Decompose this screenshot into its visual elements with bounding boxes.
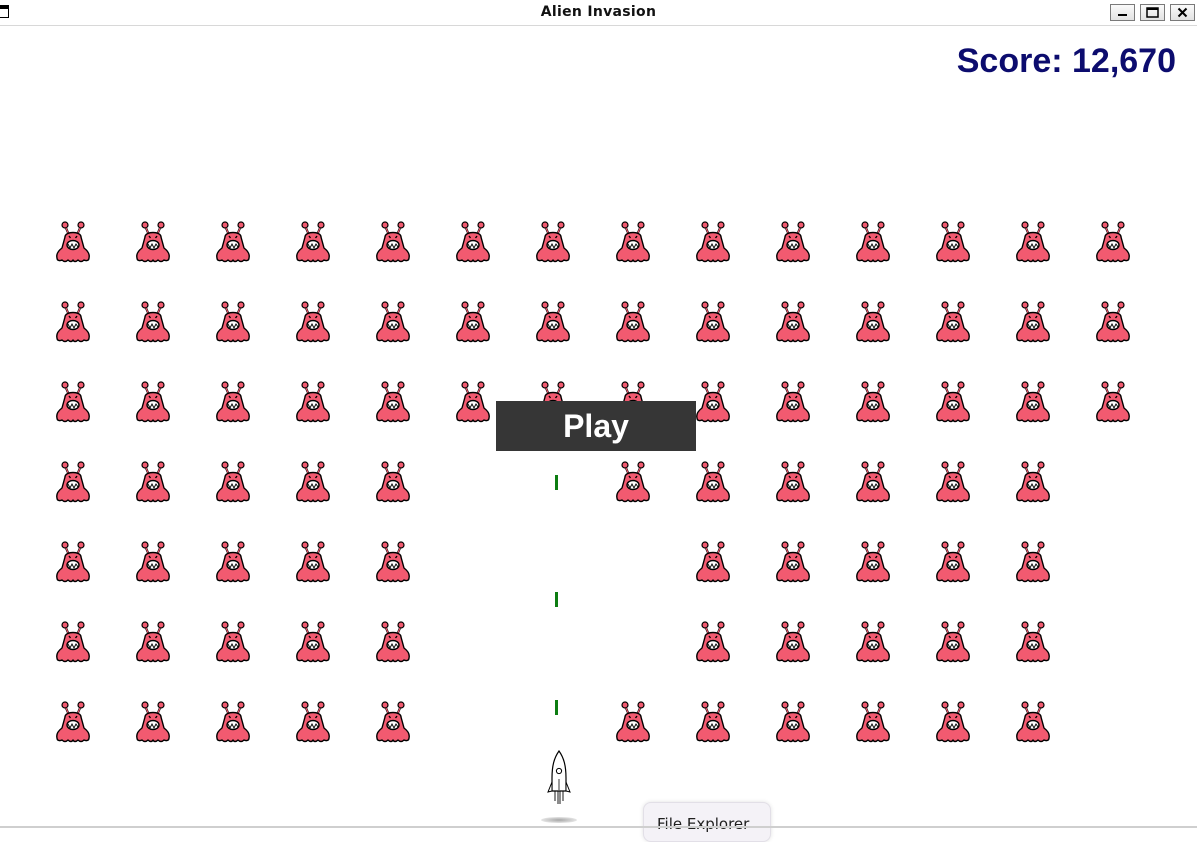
alien <box>295 621 331 663</box>
alien <box>375 621 411 663</box>
alien <box>935 221 971 263</box>
alien <box>295 381 331 423</box>
alien <box>375 381 411 423</box>
alien <box>215 381 251 423</box>
alien <box>935 701 971 743</box>
taskbar-tooltip: File Explorer <box>643 802 771 842</box>
alien <box>935 301 971 343</box>
bullet <box>555 592 558 607</box>
alien <box>855 541 891 583</box>
alien <box>855 461 891 503</box>
rocket-ship-icon <box>547 749 571 804</box>
alien <box>855 701 891 743</box>
alien <box>215 621 251 663</box>
alien <box>1015 221 1051 263</box>
alien <box>295 541 331 583</box>
alien <box>135 701 171 743</box>
alien <box>375 461 411 503</box>
alien <box>295 701 331 743</box>
alien <box>695 461 731 503</box>
alien <box>135 621 171 663</box>
alien <box>695 381 731 423</box>
alien <box>135 301 171 343</box>
alien <box>455 381 491 423</box>
alien <box>215 701 251 743</box>
alien <box>55 461 91 503</box>
alien <box>55 621 91 663</box>
alien <box>775 621 811 663</box>
alien <box>375 301 411 343</box>
alien <box>775 461 811 503</box>
alien <box>935 541 971 583</box>
alien <box>855 301 891 343</box>
alien <box>1095 221 1131 263</box>
alien <box>1015 461 1051 503</box>
alien <box>135 381 171 423</box>
alien <box>1015 621 1051 663</box>
alien <box>1015 381 1051 423</box>
alien <box>135 221 171 263</box>
alien <box>695 301 731 343</box>
alien <box>455 221 491 263</box>
alien <box>375 701 411 743</box>
alien <box>855 621 891 663</box>
bullet <box>555 475 558 490</box>
alien <box>775 541 811 583</box>
alien <box>695 541 731 583</box>
alien <box>295 461 331 503</box>
alien <box>55 701 91 743</box>
alien <box>775 701 811 743</box>
alien <box>935 621 971 663</box>
alien <box>375 221 411 263</box>
alien <box>295 301 331 343</box>
alien <box>135 541 171 583</box>
alien <box>215 461 251 503</box>
alien <box>615 301 651 343</box>
alien <box>695 701 731 743</box>
bullet <box>555 700 558 715</box>
alien <box>55 301 91 343</box>
alien <box>695 221 731 263</box>
alien <box>455 301 491 343</box>
alien <box>535 301 571 343</box>
alien <box>375 541 411 583</box>
alien <box>615 701 651 743</box>
ship-shadow <box>541 817 577 823</box>
alien <box>215 301 251 343</box>
alien <box>1015 541 1051 583</box>
alien <box>615 221 651 263</box>
alien <box>55 381 91 423</box>
alien <box>615 461 651 503</box>
alien <box>215 541 251 583</box>
alien <box>1095 301 1131 343</box>
alien <box>1095 381 1131 423</box>
alien <box>135 461 171 503</box>
alien <box>215 221 251 263</box>
alien <box>775 301 811 343</box>
alien <box>855 381 891 423</box>
alien <box>695 621 731 663</box>
alien <box>1015 301 1051 343</box>
alien <box>935 381 971 423</box>
alien <box>775 381 811 423</box>
alien <box>295 221 331 263</box>
alien <box>935 461 971 503</box>
alien <box>1015 701 1051 743</box>
alien <box>535 221 571 263</box>
alien <box>775 221 811 263</box>
alien <box>55 541 91 583</box>
play-button[interactable]: Play <box>496 401 696 451</box>
alien <box>55 221 91 263</box>
alien <box>855 221 891 263</box>
